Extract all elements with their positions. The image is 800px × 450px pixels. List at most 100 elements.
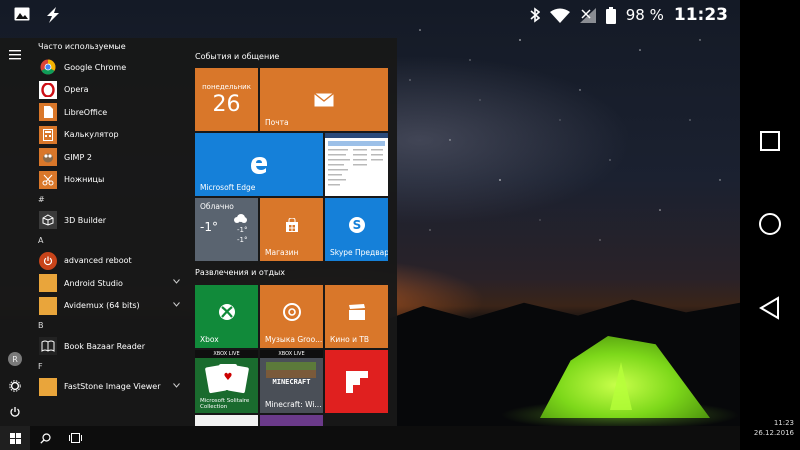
app-android-studio[interactable]: Android Studio: [34, 272, 186, 295]
svg-text:♥: ♥: [224, 372, 233, 383]
circle-icon[interactable]: [758, 212, 782, 236]
folder-icon: [39, 274, 57, 293]
partial-tile[interactable]: [195, 415, 258, 426]
taskbar-clock[interactable]: 11:23 26.12.2016: [754, 418, 794, 438]
svg-text:S: S: [352, 218, 361, 232]
app-faststone-image-viewer[interactable]: FastStone Image Viewer: [34, 376, 186, 399]
app-gimp[interactable]: GIMP 2: [34, 146, 186, 169]
app-book-bazaar-reader[interactable]: Book Bazaar Reader: [34, 335, 186, 358]
app-label: Opera: [64, 85, 89, 95]
settings-gear-icon[interactable]: [9, 380, 21, 392]
document-preview-tile[interactable]: [325, 133, 388, 196]
store-bag-icon: [285, 217, 298, 232]
section-letter-a[interactable]: A: [34, 232, 186, 250]
edge-tile[interactable]: Microsoft Edge: [195, 133, 323, 196]
app-libreoffice[interactable]: LibreOffice: [34, 101, 186, 124]
xbox-tile[interactable]: Xbox: [195, 285, 258, 348]
app-list: Часто используемые Google Chrome Opera L…: [34, 38, 186, 426]
search-button[interactable]: [30, 426, 60, 450]
flash-icon: [47, 7, 59, 23]
store-tile[interactable]: Магазин: [260, 198, 323, 261]
calendar-tile[interactable]: понедельник 26: [195, 68, 258, 131]
app-advanced-reboot[interactable]: advanced reboot: [34, 250, 186, 273]
weather-temp-high: -1°: [237, 226, 248, 234]
start-menu-rail: R: [0, 38, 30, 426]
calculator-icon: [39, 125, 57, 144]
minecraft-tile[interactable]: XBOX LIVE MINECRAFT Minecraft: Wi...: [260, 350, 323, 413]
xbox-live-badge: XBOX LIVE: [195, 350, 258, 358]
groove-music-icon: [282, 302, 301, 321]
bluetooth-icon: [530, 7, 540, 23]
movies-tv-tile[interactable]: Кино и ТВ: [325, 285, 388, 348]
document-thumbnail: [325, 133, 388, 186]
section-letter-hash[interactable]: #: [34, 191, 186, 209]
weather-tile[interactable]: Облачно -1° -1° -1°: [195, 198, 258, 261]
calendar-day: 26: [212, 92, 241, 117]
chevron-down-icon[interactable]: [173, 279, 180, 284]
playing-cards-icon: ♥: [205, 364, 249, 394]
taskbar: [0, 426, 740, 450]
triangle-back-icon[interactable]: [759, 296, 781, 320]
clock-date: 26.12.2016: [753, 429, 794, 437]
book-icon: [39, 337, 57, 356]
section-letter-f[interactable]: F: [34, 358, 186, 376]
task-view-button[interactable]: [60, 426, 90, 450]
tile-label: Магазин: [265, 248, 299, 257]
tile-label: Microsoft Edge: [200, 183, 256, 192]
gimp-icon: [39, 148, 57, 167]
signal-icon: [579, 7, 596, 23]
user-avatar[interactable]: R: [8, 352, 22, 366]
app-avidemux[interactable]: Avidemux (64 bits): [34, 295, 186, 318]
weather-temp-now: -1°: [200, 220, 218, 234]
app-google-chrome[interactable]: Google Chrome: [34, 56, 186, 79]
windows-logo-icon: [9, 432, 21, 444]
tile-label: Minecraft: Wi...: [265, 400, 322, 409]
power-reboot-icon: [39, 251, 57, 270]
tile-group-label[interactable]: События и общение: [195, 52, 279, 61]
app-calculator[interactable]: Калькулятор: [34, 124, 186, 147]
partial-tile[interactable]: [260, 415, 323, 426]
clapperboard-icon: [348, 303, 365, 320]
app-opera[interactable]: Opera: [34, 79, 186, 102]
app-snipping-tool[interactable]: Ножницы: [34, 169, 186, 192]
chevron-down-icon[interactable]: [173, 301, 180, 307]
skype-tile[interactable]: S Skype Предварите...: [325, 198, 388, 261]
app-label: Google Chrome: [64, 62, 127, 72]
folder-icon: [39, 296, 57, 315]
chrome-icon: [39, 58, 57, 76]
app-label: FastStone Image Viewer: [64, 382, 161, 392]
mail-icon: [314, 92, 334, 106]
folder-icon: [39, 377, 57, 396]
scissors-icon: [39, 170, 57, 189]
tile-label: Кино и ТВ: [330, 335, 370, 344]
section-letter-b[interactable]: B: [34, 317, 186, 335]
power-icon[interactable]: [9, 406, 21, 418]
app-3d-builder[interactable]: 3D Builder: [34, 209, 186, 232]
status-time: 11:23: [673, 5, 728, 25]
mail-tile[interactable]: Почта: [260, 68, 388, 131]
square-icon[interactable]: [759, 130, 781, 152]
tile-group-label[interactable]: Развлечения и отдых: [195, 268, 285, 277]
solitaire-tile[interactable]: XBOX LIVE ♥ Microsoft Solitaire Collecti…: [195, 350, 258, 413]
most-used-header: Часто используемые: [38, 42, 126, 51]
app-label: 3D Builder: [64, 215, 107, 225]
app-label: Avidemux (64 bits): [64, 301, 140, 311]
wifi-icon: [549, 8, 570, 23]
app-label: advanced reboot: [64, 256, 132, 266]
flipboard-tile[interactable]: [325, 350, 388, 413]
hamburger-menu-icon[interactable]: [9, 50, 21, 60]
tile-label: Почта: [265, 118, 289, 127]
clock-time: 11:23: [773, 419, 794, 427]
app-label: Android Studio: [64, 278, 123, 288]
status-bar: 98 % 11:23: [0, 0, 740, 30]
edge-icon: [251, 156, 267, 174]
groove-music-tile[interactable]: Музыка Groo...: [260, 285, 323, 348]
weather-temp-low: -1°: [237, 236, 248, 244]
app-label: GIMP 2: [64, 152, 92, 162]
image-icon: [14, 7, 30, 21]
start-button[interactable]: [0, 426, 30, 450]
skype-icon: S: [348, 216, 365, 233]
tile-label: Xbox: [200, 335, 219, 344]
minecraft-logo: MINECRAFT: [272, 378, 311, 386]
chevron-down-icon[interactable]: [173, 382, 180, 388]
